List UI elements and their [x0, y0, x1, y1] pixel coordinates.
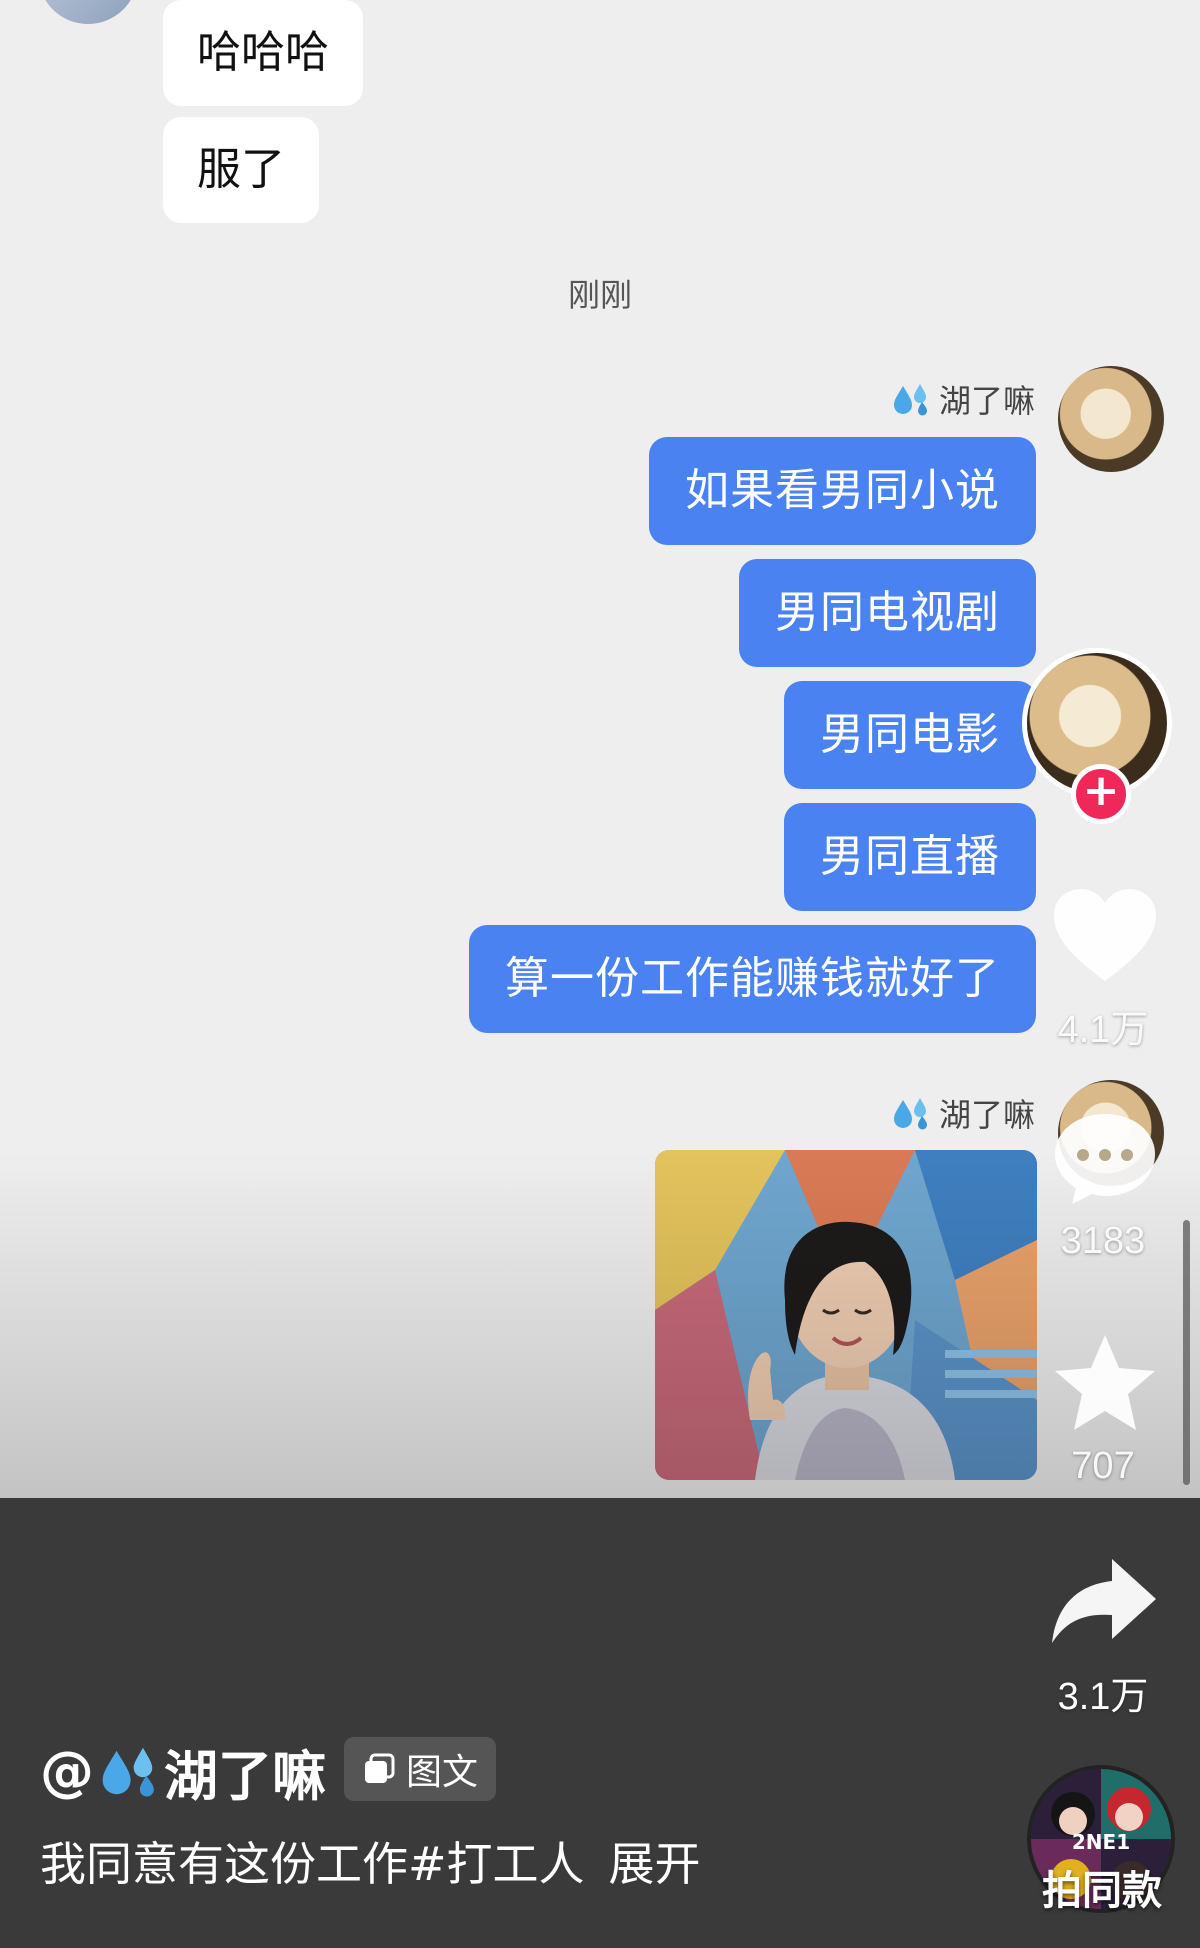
same-style-label[interactable]: 拍同款 [1010, 1858, 1194, 1916]
post-caption: 我同意有这份工作#打工人 展开 [40, 1828, 701, 1894]
water-drops-icon [102, 1747, 154, 1797]
outgoing-message: 男同直播 [784, 803, 1036, 911]
outgoing-message: 男同电视剧 [739, 559, 1036, 667]
disc-text: 2NE1 [1072, 1830, 1130, 1854]
tag-label: 图文 [406, 1752, 479, 1793]
image-text-tag[interactable]: 图文 [344, 1737, 497, 1801]
incoming-message: 服了 [163, 117, 319, 223]
outgoing-message: 如果看男同小说 [649, 437, 1036, 545]
incoming-message: 哈哈哈 [163, 0, 363, 106]
author-name: 湖了嘛 [164, 1744, 326, 1808]
expand-link[interactable]: 展开 [609, 1837, 701, 1891]
message-timestamp: 刚刚 [567, 276, 632, 314]
water-drops-icon [893, 1098, 927, 1130]
water-drops-icon [893, 384, 927, 416]
sender-label: 湖了嘛 [891, 1090, 1035, 1136]
outgoing-message: 算一份工作能赚钱就好了 [469, 925, 1036, 1033]
comment-count: 3183 [1060, 1220, 1146, 1262]
scrollbar[interactable] [1183, 1220, 1190, 1485]
friend-avatar [38, 0, 138, 24]
bottom-gradient [0, 1150, 1200, 1500]
author-prefix: @ [40, 1739, 94, 1803]
plus-icon: + [1082, 765, 1120, 816]
share-count: 3.1万 [1057, 1676, 1149, 1718]
gallery-icon [365, 1753, 395, 1783]
sender-avatar [1058, 366, 1164, 472]
comment-bubble-icon[interactable] [1050, 1108, 1160, 1208]
favorite-count: 707 [1071, 1445, 1135, 1487]
video-feed-screen: 哈哈哈 服了 刚刚 湖了嘛 如果看男同小说 男同电视剧 男同电影 男同直播 算一… [0, 0, 1200, 1948]
follow-button[interactable]: + [1071, 764, 1131, 824]
like-heart-icon[interactable] [1050, 885, 1160, 985]
sender-name: 湖了嘛 [938, 1096, 1035, 1134]
favorite-star-icon[interactable] [1050, 1330, 1160, 1440]
share-arrow-icon[interactable] [1048, 1555, 1160, 1647]
sender-label: 湖了嘛 [891, 376, 1035, 422]
caption-text: 我同意有这份工作#打工人 [40, 1837, 585, 1891]
outgoing-message: 男同电影 [784, 681, 1036, 789]
author-handle[interactable]: @ 湖了嘛 [40, 1735, 326, 1808]
sender-name: 湖了嘛 [938, 382, 1035, 420]
like-count: 4.1万 [1057, 1009, 1149, 1051]
